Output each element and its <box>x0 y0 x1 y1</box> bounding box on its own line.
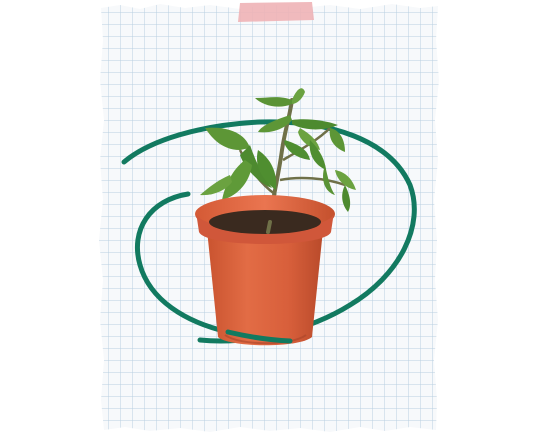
soil <box>209 210 321 234</box>
collage-illustration <box>0 0 539 438</box>
masking-tape <box>238 2 314 22</box>
